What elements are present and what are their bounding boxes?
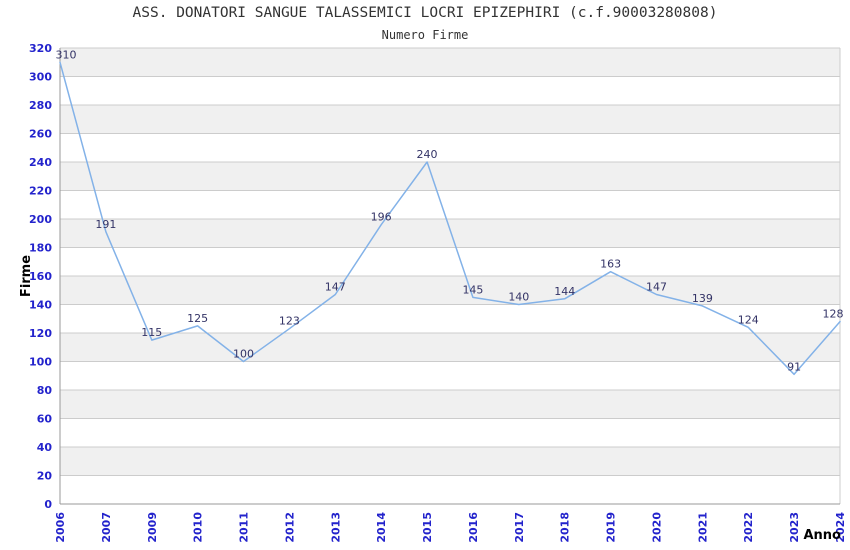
data-label: 91 bbox=[787, 360, 801, 373]
x-tick-label: 2009 bbox=[146, 512, 159, 543]
y-tick-label: 200 bbox=[29, 213, 52, 226]
signatures-line-chart-page: ASS. DONATORI SANGUE TALASSEMICI LOCRI E… bbox=[0, 0, 850, 550]
y-tick-label: 220 bbox=[29, 185, 52, 198]
x-tick-label: 2021 bbox=[696, 512, 709, 543]
data-label: 140 bbox=[508, 291, 529, 304]
x-tick-label: 2022 bbox=[742, 512, 755, 543]
data-label: 128 bbox=[823, 308, 844, 321]
y-tick-label: 180 bbox=[29, 242, 52, 255]
data-label: 196 bbox=[371, 211, 392, 224]
y-tick-label: 100 bbox=[29, 356, 52, 369]
data-label: 115 bbox=[141, 326, 162, 339]
y-tick-label: 80 bbox=[37, 384, 53, 397]
data-label: 145 bbox=[462, 283, 483, 296]
y-tick-label: 140 bbox=[29, 299, 52, 312]
y-tick-label: 280 bbox=[29, 99, 52, 112]
y-axis-title: Firme bbox=[19, 255, 34, 297]
data-label: 144 bbox=[554, 285, 575, 298]
x-tick-label: 2013 bbox=[329, 512, 342, 543]
y-tick-label: 240 bbox=[29, 156, 52, 169]
x-tick-label: 2015 bbox=[421, 512, 434, 543]
x-tick-label: 2014 bbox=[375, 512, 388, 543]
data-label: 125 bbox=[187, 312, 208, 325]
y-tick-label: 0 bbox=[44, 498, 52, 511]
x-tick-label: 2019 bbox=[605, 512, 618, 543]
y-tick-label: 260 bbox=[29, 128, 52, 141]
line-chart: 310 191 115 125 100 123 147 196 240 145 140 144 163 1… bbox=[19, 42, 847, 543]
y-tick-label: 320 bbox=[29, 42, 52, 55]
data-label: 240 bbox=[417, 148, 438, 161]
x-tick-label: 2006 bbox=[54, 512, 67, 543]
x-tick-label: 2017 bbox=[513, 512, 526, 543]
data-label: 163 bbox=[600, 258, 621, 271]
data-label: 191 bbox=[95, 218, 116, 231]
data-label: 124 bbox=[738, 313, 759, 326]
data-label: 123 bbox=[279, 315, 300, 328]
x-axis-title: Anno bbox=[803, 528, 841, 543]
x-tick-label: 2016 bbox=[467, 512, 480, 543]
data-label: 147 bbox=[325, 281, 346, 294]
y-tick-label: 20 bbox=[37, 470, 53, 483]
data-label: 147 bbox=[646, 281, 667, 294]
x-tick-label: 2018 bbox=[559, 512, 572, 543]
y-tick-label: 120 bbox=[29, 327, 52, 340]
x-tick-label: 2007 bbox=[100, 512, 113, 543]
x-tick-label: 2011 bbox=[238, 512, 251, 543]
y-tick-label: 40 bbox=[37, 441, 53, 454]
data-label: 310 bbox=[56, 48, 77, 61]
data-label: 100 bbox=[233, 348, 254, 361]
y-tick-label: 60 bbox=[37, 413, 53, 426]
x-tick-label: 2012 bbox=[283, 512, 296, 543]
x-tick-label: 2020 bbox=[650, 512, 663, 543]
x-axis-ticks: 2006 2007 2009 2010 2011 2012 2013 2014 2015 2016… bbox=[54, 512, 847, 543]
y-tick-label: 300 bbox=[29, 71, 52, 84]
data-label: 139 bbox=[692, 292, 713, 305]
x-tick-label: 2010 bbox=[192, 512, 205, 543]
x-tick-label: 2023 bbox=[788, 512, 801, 543]
